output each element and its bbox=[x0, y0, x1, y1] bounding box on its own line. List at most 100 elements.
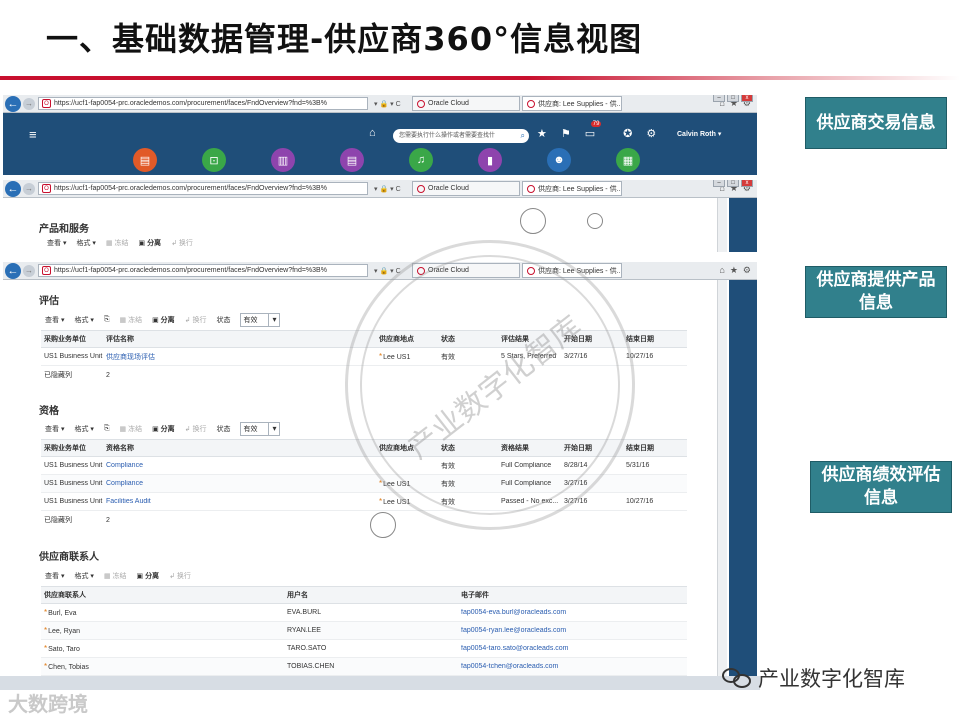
evaluation-name-link[interactable]: 供应商现场评估 bbox=[103, 352, 376, 362]
accessibility-icon[interactable]: ✪ bbox=[623, 127, 632, 140]
flag-icon[interactable]: ⚑ bbox=[561, 127, 571, 140]
maximize-button[interactable]: □ bbox=[727, 95, 739, 102]
vertical-scrollbar[interactable] bbox=[717, 198, 727, 252]
tab-oracle-cloud[interactable]: Oracle Cloud bbox=[412, 181, 520, 196]
close-window-button[interactable]: x bbox=[741, 180, 753, 187]
app-shopping-cart-icon[interactable]: ⊡ bbox=[202, 148, 226, 172]
forward-arrow-icon[interactable]: → bbox=[23, 264, 35, 277]
table-row[interactable]: US1 Business Unit Facilities Audit *Lee … bbox=[41, 493, 687, 511]
side-panel bbox=[729, 280, 757, 676]
app-document-icon[interactable]: ▥ bbox=[271, 148, 295, 172]
tab-supplier[interactable]: 供应商: Lee Supplies - 供... × bbox=[522, 96, 622, 111]
app-grid-icon[interactable]: ▦ bbox=[616, 148, 640, 172]
email-link[interactable]: fap0054-tchen@oracleads.com bbox=[458, 663, 687, 670]
address-controls[interactable]: ▾ 🔒 ▾ C bbox=[374, 100, 410, 108]
maximize-button[interactable]: □ bbox=[727, 180, 739, 187]
oracle-favicon-icon: O bbox=[42, 99, 51, 108]
home-icon[interactable]: ⌂ bbox=[719, 265, 724, 276]
status-filter-select[interactable]: 有效 bbox=[240, 422, 281, 436]
back-arrow-icon[interactable]: ← bbox=[5, 95, 21, 112]
back-arrow-icon[interactable]: ← bbox=[5, 180, 21, 197]
email-link[interactable]: fap0054-eva.burl@oracleads.com bbox=[458, 609, 687, 616]
column-header[interactable]: 电子邮件 bbox=[458, 590, 687, 600]
browser-toolbar: ← → O https://ucf1-fap0054-prc.oracledem… bbox=[3, 180, 757, 198]
close-window-button[interactable]: x bbox=[741, 95, 753, 102]
app-book-icon[interactable]: ▮ bbox=[478, 148, 502, 172]
vertical-scrollbar[interactable] bbox=[717, 280, 727, 676]
view-menu[interactable]: 查看 ▾ bbox=[45, 315, 64, 325]
wrap-label: 换行 bbox=[192, 426, 207, 433]
global-search-input[interactable]: 您需要执行什么操作或者需要查找什 ⌕ bbox=[393, 129, 529, 143]
detach-button[interactable]: ▣ 分离 bbox=[139, 238, 162, 248]
menu-icon[interactable]: ≡ bbox=[29, 127, 37, 142]
address-bar[interactable]: O https://ucf1-fap0054-prc.oracledemos.c… bbox=[38, 182, 368, 195]
freeze-button[interactable]: ▦ 冻结 bbox=[104, 571, 127, 581]
format-menu[interactable]: 格式 ▾ bbox=[74, 424, 93, 434]
view-menu[interactable]: 查看 ▾ bbox=[45, 571, 64, 581]
detach-button[interactable]: ▣ 分离 bbox=[152, 315, 175, 325]
address-bar[interactable]: O https://ucf1-fap0054-prc.oracledemos.c… bbox=[38, 264, 368, 277]
format-menu[interactable]: 格式 ▾ bbox=[74, 571, 93, 581]
format-menu[interactable]: 格式 ▾ bbox=[76, 238, 95, 248]
wrap-button[interactable]: ↲ 换行 bbox=[171, 238, 193, 248]
app-users-icon[interactable]: ☻ bbox=[547, 148, 571, 172]
detach-button[interactable]: ▣ 分离 bbox=[152, 424, 175, 434]
column-header[interactable]: 采购业务单位 bbox=[41, 443, 103, 453]
favorites-star-icon[interactable]: ★ bbox=[537, 127, 547, 140]
view-menu[interactable]: 查看 ▾ bbox=[45, 424, 64, 434]
column-header[interactable]: 供应商联系人 bbox=[41, 590, 284, 600]
export-icon[interactable]: ⎘ bbox=[104, 316, 110, 324]
forward-arrow-icon[interactable]: → bbox=[23, 97, 35, 110]
qualification-name-link[interactable]: Compliance bbox=[103, 462, 376, 469]
wechat-icon bbox=[720, 666, 754, 690]
address-bar[interactable]: O https://ucf1-fap0054-prc.oracledemos.c… bbox=[38, 97, 368, 110]
tab-supplier[interactable]: 供应商: Lee Supplies - 供... × bbox=[522, 181, 622, 196]
status-filter-value: 有效 bbox=[243, 426, 258, 433]
table-row[interactable]: *Lee, Ryan RYAN.LEE fap0054-ryan.lee@ora… bbox=[41, 622, 687, 640]
settings-gear-icon[interactable]: ⚙ bbox=[646, 127, 656, 140]
forward-arrow-icon[interactable]: → bbox=[23, 182, 35, 195]
email-link[interactable]: fap0054-ryan.lee@oracleads.com bbox=[458, 627, 687, 634]
freeze-button[interactable]: ▦ 冻结 bbox=[106, 238, 129, 248]
tab-oracle-cloud[interactable]: Oracle Cloud bbox=[412, 96, 520, 111]
detach-button[interactable]: ▣ 分离 bbox=[137, 571, 160, 581]
app-music-icon[interactable]: ♫ bbox=[409, 148, 433, 172]
user-menu[interactable]: Calvin Roth ▾ bbox=[677, 130, 721, 138]
wrap-button[interactable]: ↲ 换行 bbox=[185, 315, 207, 325]
minimize-button[interactable]: – bbox=[713, 180, 725, 187]
column-header[interactable]: 资格名称 bbox=[103, 443, 376, 453]
address-controls[interactable]: ▾ 🔒 ▾ C bbox=[374, 185, 410, 193]
wrap-button[interactable]: ↲ 换行 bbox=[185, 424, 207, 434]
freeze-button[interactable]: ▦ 冻结 bbox=[120, 424, 143, 434]
home-icon[interactable]: ⌂ bbox=[369, 127, 376, 139]
column-header[interactable]: 评估名称 bbox=[103, 334, 376, 344]
table-row[interactable]: *Sato, Taro TARO.SATO fap0054-taro.sato@… bbox=[41, 640, 687, 658]
favorites-star-icon[interactable]: ★ bbox=[730, 265, 738, 276]
app-calendar-icon[interactable]: ▤ bbox=[133, 148, 157, 172]
table-row[interactable]: *Burl, Eva EVA.BURL fap0054-eva.burl@ora… bbox=[41, 604, 687, 622]
settings-gear-icon[interactable]: ⚙ bbox=[743, 265, 751, 276]
minimize-button[interactable]: – bbox=[713, 95, 725, 102]
column-header[interactable]: 采购业务单位 bbox=[41, 334, 103, 344]
back-arrow-icon[interactable]: ← bbox=[5, 262, 21, 279]
column-header[interactable]: 结束日期 bbox=[623, 334, 683, 344]
email-link[interactable]: fap0054-taro.sato@oracleads.com bbox=[458, 645, 687, 652]
notifications-bell-icon[interactable]: ▭ 79 bbox=[585, 121, 602, 140]
export-icon[interactable]: ⎘ bbox=[104, 425, 110, 433]
section-title-evaluation: 评估 bbox=[39, 296, 59, 307]
section-title-contacts: 供应商联系人 bbox=[39, 552, 99, 563]
view-menu[interactable]: 查看 ▾ bbox=[47, 238, 66, 248]
freeze-button[interactable]: ▦ 冻结 bbox=[120, 315, 143, 325]
column-header[interactable]: 用户名 bbox=[284, 590, 458, 600]
status-filter-select[interactable]: 有效 bbox=[240, 313, 281, 327]
app-list-icon[interactable]: ▤ bbox=[340, 148, 364, 172]
qualification-name-link[interactable]: Compliance bbox=[103, 480, 376, 487]
table-row[interactable]: *Chen, Tobias TOBIAS.CHEN fap0054-tchen@… bbox=[41, 658, 687, 676]
format-menu[interactable]: 格式 ▾ bbox=[74, 315, 93, 325]
column-header[interactable]: 结束日期 bbox=[623, 443, 683, 453]
wrap-button[interactable]: ↲ 换行 bbox=[169, 571, 191, 581]
notification-count: 79 bbox=[590, 121, 602, 127]
search-icon[interactable]: ⌕ bbox=[521, 129, 525, 143]
oracle-tab-icon bbox=[417, 99, 425, 108]
qualification-name-link[interactable]: Facilities Audit bbox=[103, 498, 376, 505]
